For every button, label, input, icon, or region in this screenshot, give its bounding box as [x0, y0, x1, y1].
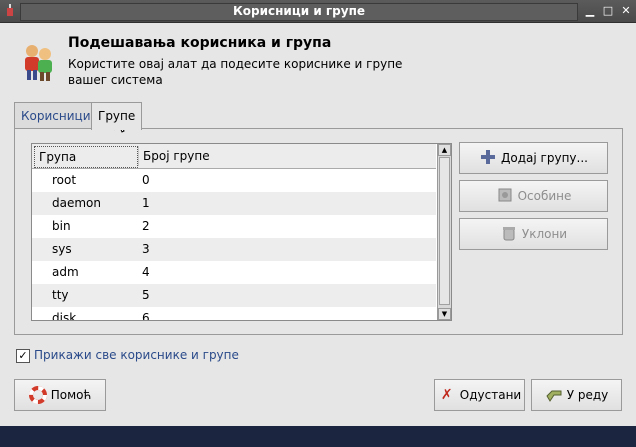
table-row[interactable]: root 0 — [32, 169, 436, 192]
window-title: Корисници и групе — [20, 3, 578, 21]
ok-icon — [545, 386, 563, 404]
cancel-icon: ✗ — [440, 387, 453, 403]
lifebuoy-icon — [28, 386, 47, 404]
table-body: root 0 daemon 1 bin 2 sys 3 adm 4 tty 5 disk 6 — [32, 169, 436, 321]
column-header-group[interactable]: Група — [34, 146, 138, 168]
scroll-down-icon[interactable]: ▼ — [438, 308, 451, 320]
table-row[interactable]: daemon 1 — [32, 192, 436, 215]
show-all-label[interactable]: Прикажи све кориснике и групе — [34, 348, 239, 362]
group-name: root — [52, 173, 77, 187]
scroll-up-icon[interactable]: ▲ — [438, 144, 451, 156]
trash-icon — [500, 225, 518, 243]
ok-label: У реду — [566, 388, 609, 402]
ok-button[interactable]: У реду — [531, 379, 622, 411]
add-group-label: Додај групу... — [501, 151, 588, 165]
groups-panel: Група Број групе root 0 daemon 1 bin 2 sys 3… — [14, 128, 623, 335]
users-icon — [18, 42, 58, 82]
group-name: disk — [52, 311, 77, 321]
group-name: tty — [52, 288, 69, 302]
table-row[interactable]: tty 5 — [32, 284, 436, 307]
column-header-group-number[interactable]: Број групе — [138, 146, 423, 166]
table-row[interactable]: bin 2 — [32, 215, 436, 238]
table-row[interactable]: disk 6 — [32, 307, 436, 321]
delete-label: Уклони — [521, 227, 568, 241]
group-name: bin — [52, 219, 71, 233]
properties-button[interactable]: Особине — [459, 180, 608, 212]
tab-users[interactable]: Корисници — [14, 102, 98, 129]
group-number: 5 — [142, 288, 150, 302]
group-number: 4 — [142, 265, 150, 279]
group-name: sys — [52, 242, 72, 256]
table-row[interactable]: adm 4 — [32, 261, 436, 284]
add-group-button[interactable]: Додај групу... — [459, 142, 608, 174]
table-row[interactable]: sys 3 — [32, 238, 436, 261]
group-number: 1 — [142, 196, 150, 210]
group-name: adm — [52, 265, 79, 279]
users-groups-window: Корисници и групе ▁ □ ✕ Подешавања корис… — [0, 0, 636, 426]
group-number: 3 — [142, 242, 150, 256]
help-label: Помоћ — [50, 388, 92, 402]
page-title: Подешавања корисника и група — [68, 35, 332, 51]
minimize-icon[interactable]: ▁ — [582, 3, 598, 19]
close-icon[interactable]: ✕ — [618, 3, 634, 19]
help-button[interactable]: Помоћ — [14, 379, 106, 411]
delete-button[interactable]: Уклони — [459, 218, 608, 250]
scroll-thumb[interactable] — [439, 157, 450, 305]
groups-table[interactable]: Група Број групе root 0 daemon 1 bin 2 sys 3… — [31, 143, 452, 321]
group-name: daemon — [52, 196, 101, 210]
tab-groups[interactable]: Групе — [91, 102, 143, 130]
properties-label: Особине — [517, 189, 572, 203]
add-icon — [479, 149, 497, 167]
properties-icon — [496, 187, 514, 205]
group-number: 6 — [142, 311, 150, 321]
window-menu-icon[interactable] — [2, 3, 18, 19]
page-description: Користите овај алат да подесите корисник… — [68, 57, 403, 87]
group-number: 2 — [142, 219, 150, 233]
table-header: Група Број групе — [32, 144, 436, 169]
cancel-label: Одустани — [459, 388, 522, 402]
show-all-checkbox[interactable]: ✓ — [16, 349, 30, 363]
title-bar: Корисници и групе ▁ □ ✕ — [0, 0, 636, 23]
cancel-button[interactable]: ✗ Одустани — [434, 379, 525, 411]
vertical-scrollbar[interactable]: ▲ ▼ — [437, 144, 451, 320]
group-number: 0 — [142, 173, 150, 187]
maximize-icon[interactable]: □ — [600, 3, 616, 19]
